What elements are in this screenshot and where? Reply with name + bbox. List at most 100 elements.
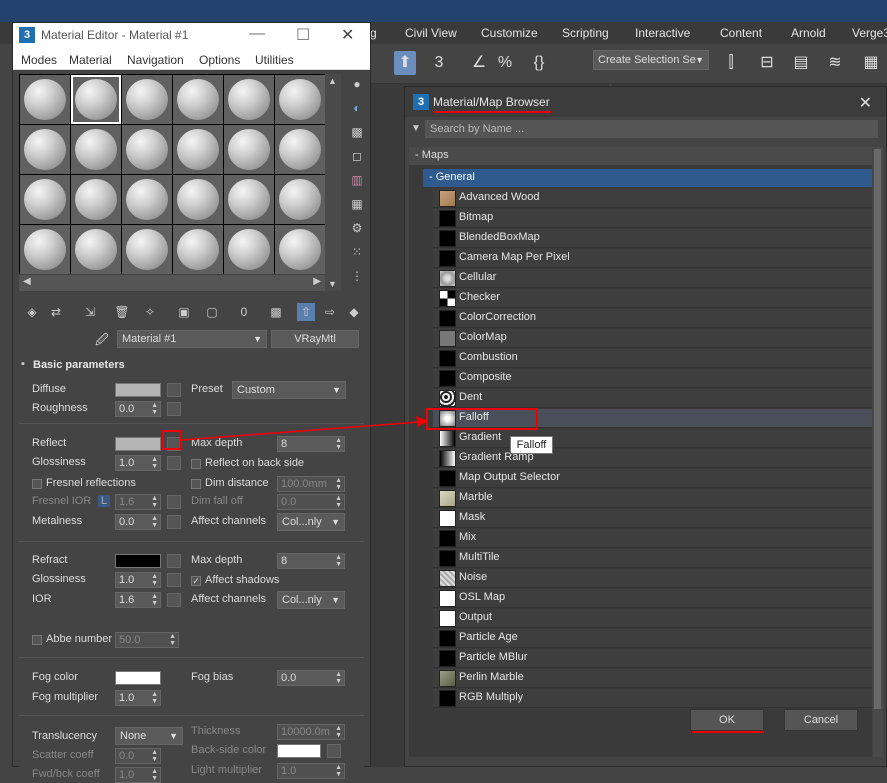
map-item-mix[interactable]: Mix (433, 529, 872, 548)
refract-color-swatch[interactable] (115, 554, 161, 568)
map-item-rgb-multiply[interactable]: RGB Multiply (433, 689, 872, 708)
close-icon[interactable]: ✕ (341, 25, 354, 45)
material-slot[interactable] (224, 125, 274, 174)
menu-utilities[interactable]: Utilities (255, 53, 294, 67)
chevron-left-icon[interactable]: ◀ (23, 276, 31, 287)
delete-icon[interactable]: 🗑 (113, 303, 131, 321)
map-item-colormap[interactable]: ColorMap (433, 329, 872, 348)
make-unique-icon[interactable]: ✧ (141, 303, 159, 321)
material-slot[interactable] (20, 75, 70, 124)
refract-affect-channels-dropdown[interactable]: Col...nly ▼ (277, 591, 345, 609)
minimize-icon[interactable]: — (249, 25, 265, 43)
scene-explorer-icon[interactable]: ▤ (790, 51, 812, 75)
map-item-noise[interactable]: Noise (433, 569, 872, 588)
rollout-header[interactable]: ▪ Basic parameters (19, 357, 364, 375)
fresnel-ior-map-button[interactable] (167, 495, 181, 509)
fog-multiplier-spinner[interactable]: 1.0 ▲ ▼ (115, 690, 161, 706)
menu-interactive[interactable]: Interactive (635, 26, 690, 40)
menu-customize[interactable]: Customize (481, 26, 538, 40)
select-object-icon[interactable]: ⬆ (394, 51, 416, 75)
reflect-max-depth-spinner[interactable]: 8 ▲ ▼ (277, 436, 345, 452)
reflect-affect-channels-dropdown[interactable]: Col...nly ▼ (277, 513, 345, 531)
ior-spinner[interactable]: 1.6 ▲ ▼ (115, 592, 161, 608)
material-slot[interactable] (71, 175, 121, 224)
search-input[interactable]: Search by Name ... (425, 120, 878, 138)
material-map-navigator-icon[interactable]: ⋮ (349, 269, 365, 285)
chevron-up-icon[interactable]: ▲ (328, 76, 337, 86)
material-slot[interactable] (71, 75, 121, 124)
ior-map-button[interactable] (167, 593, 181, 607)
material-slot[interactable] (173, 75, 223, 124)
map-item-map-output-selector[interactable]: Map Output Selector (433, 469, 872, 488)
map-item-bitmap[interactable]: Bitmap (433, 209, 872, 228)
material-slot[interactable] (122, 225, 172, 274)
slots-horizontal-scrollbar[interactable]: ◀ ▶ (19, 275, 325, 291)
browser-vertical-scrollbar[interactable] (873, 147, 883, 757)
material-slot[interactable] (122, 175, 172, 224)
chevron-right-icon[interactable]: ▶ (313, 276, 321, 287)
menu-civil-view[interactable]: Civil View (405, 26, 457, 40)
show-shaded-icon[interactable]: 0 (235, 303, 253, 321)
material-slot[interactable] (20, 175, 70, 224)
fresnel-ior-spinner[interactable]: 1.6 ▲ ▼ (115, 494, 161, 510)
maximize-icon[interactable]: ☐ (296, 25, 310, 45)
align-icon[interactable]: ⊟ (756, 51, 778, 75)
eyedropper-icon[interactable]: 🖉 (95, 331, 109, 353)
affect-shadows-checkbox[interactable]: ✓ (191, 576, 201, 586)
fog-color-swatch[interactable] (115, 671, 161, 685)
material-slot[interactable] (275, 75, 325, 124)
selection-set-dropdown[interactable]: Create Selection Se ▼ (593, 50, 709, 70)
scroll-thumb[interactable] (874, 149, 881, 709)
snap-3d-icon[interactable]: 3 (428, 51, 450, 75)
cancel-button[interactable]: Cancel (784, 709, 858, 731)
general-group-header[interactable]: - General (423, 169, 872, 187)
material-slot[interactable] (122, 75, 172, 124)
show-map-icon[interactable]: ▩ (267, 303, 285, 321)
material-slot[interactable] (20, 125, 70, 174)
uv-tiling-icon[interactable]: ◻ (349, 149, 365, 165)
chevron-down-icon[interactable]: ▼ (328, 279, 337, 289)
menu-modes[interactable]: Modes (21, 53, 57, 67)
map-item-gradient[interactable]: Gradient (433, 429, 872, 448)
metalness-map-button[interactable] (167, 515, 181, 529)
dim-distance-checkbox[interactable] (191, 479, 201, 489)
refract-max-depth-spinner[interactable]: 8 ▲ ▼ (277, 553, 345, 569)
slots-vertical-scrollbar[interactable]: ▲ ▼ (325, 74, 341, 291)
diffuse-color-swatch[interactable] (115, 383, 161, 397)
map-item-camera-map-per-pixel[interactable]: Camera Map Per Pixel (433, 249, 872, 268)
percent-snap-icon[interactable]: % (494, 51, 516, 75)
put-to-library-icon[interactable]: ▣ (175, 303, 193, 321)
go-forward-sibling-icon[interactable]: ⇨ (321, 303, 339, 321)
material-slot[interactable] (71, 125, 121, 174)
layers-icon[interactable]: ≋ (824, 51, 846, 75)
map-item-gradient-ramp[interactable]: Gradient Ramp (433, 449, 872, 468)
angle-snap-icon[interactable]: ∠ (468, 51, 490, 75)
reflect-back-checkbox[interactable] (191, 459, 201, 469)
refract-glossiness-spinner[interactable]: 1.0 ▲ ▼ (115, 572, 161, 588)
assign-material-icon[interactable]: ⇲ (81, 303, 99, 321)
material-editor-title-bar[interactable]: 3 Material Editor - Material #1 — ☐ ✕ (13, 23, 370, 49)
abbe-checkbox[interactable] (32, 635, 42, 645)
preset-dropdown[interactable]: Custom ▼ (232, 381, 346, 399)
map-item-checker[interactable]: Checker (433, 289, 872, 308)
map-item-marble[interactable]: Marble (433, 489, 872, 508)
glossiness-map-button[interactable] (167, 456, 181, 470)
background-icon[interactable]: ▩ (349, 125, 365, 141)
close-icon[interactable]: ✕ (859, 93, 872, 113)
map-item-particle-age[interactable]: Particle Age (433, 629, 872, 648)
translucency-dropdown[interactable]: None ▼ (115, 727, 183, 745)
back-side-color-swatch[interactable] (277, 744, 321, 758)
fwd-bck-coeff-spinner[interactable]: 1.0 ▲ ▼ (115, 767, 161, 783)
abbe-spinner[interactable]: 50.0 ▲ ▼ (115, 632, 179, 648)
ok-button[interactable]: OK (690, 709, 764, 731)
map-item-colorcorrection[interactable]: ColorCorrection (433, 309, 872, 328)
options-triangle-icon[interactable]: ▼ (411, 123, 421, 134)
metalness-spinner[interactable]: 0.0 ▲ ▼ (115, 514, 161, 530)
menu-g[interactable]: g (370, 26, 377, 40)
spinner-snap-icon[interactable]: {} (528, 51, 550, 75)
material-slot[interactable] (173, 125, 223, 174)
material-slot[interactable] (224, 175, 274, 224)
mirror-icon[interactable]: ⫿ (720, 51, 742, 75)
map-item-dent[interactable]: Dent (433, 389, 872, 408)
diffuse-map-button[interactable] (167, 383, 181, 397)
